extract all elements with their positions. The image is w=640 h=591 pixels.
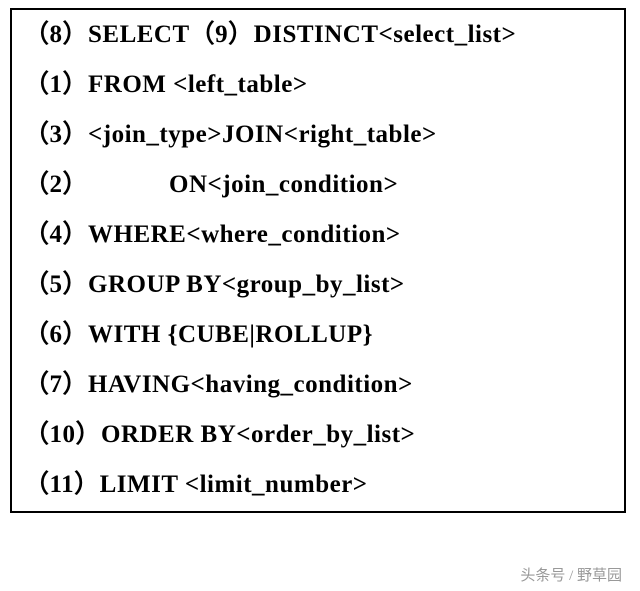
sql-line: （6）WITH {CUBE|ROLLUP} [24, 322, 616, 347]
sql-line: （3）<join_type>JOIN<right_table> [24, 122, 616, 147]
sql-line: （8）SELECT（9）DISTINCT<select_list> [24, 22, 616, 47]
sql-order-box: （8）SELECT（9）DISTINCT<select_list> （1）FRO… [10, 8, 626, 513]
footer-credit: 头条号 / 野草园 [520, 564, 622, 585]
sql-line: （10）ORDER BY<order_by_list> [24, 422, 616, 447]
sql-line: （4）WHERE<where_condition> [24, 222, 616, 247]
sql-line: （5）GROUP BY<group_by_list> [24, 272, 616, 297]
sql-line: （2） ON<join_condition> [24, 172, 616, 197]
sql-line: （11）LIMIT <limit_number> [24, 472, 616, 497]
sql-line: （1）FROM <left_table> [24, 72, 616, 97]
sql-line: （7）HAVING<having_condition> [24, 372, 616, 397]
